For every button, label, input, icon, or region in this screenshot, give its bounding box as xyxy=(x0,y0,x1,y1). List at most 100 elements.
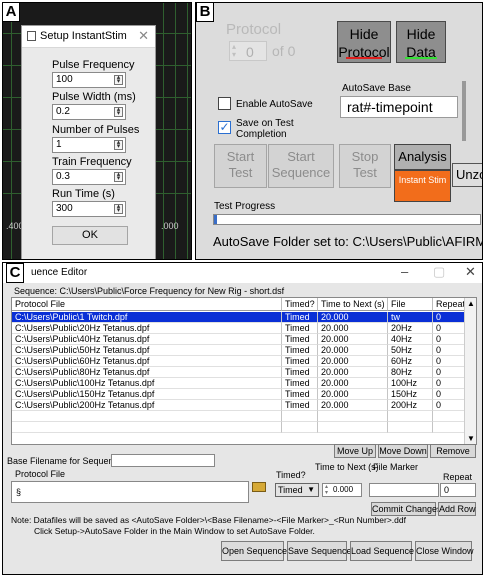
move-up-button[interactable]: Move Up xyxy=(334,444,376,458)
protocol-file-field[interactable]: § xyxy=(11,481,249,503)
close-window-button[interactable]: Close Window xyxy=(415,541,474,561)
repeat-cell: 0 xyxy=(433,389,466,400)
spinner-icon[interactable]: ▴ ▾ xyxy=(114,171,123,182)
time-to-next-cell: 20.000 xyxy=(318,400,388,411)
sequence-table[interactable]: Protocol File Timed? Time to Next (s) Fi… xyxy=(11,297,477,445)
window-titlebar[interactable]: uence Editor – ▢ ✕ xyxy=(3,263,482,283)
panel-b-main-controls: Protocol ▴ ▾ 0 of 0 Hide Protocol Hide Da… xyxy=(195,2,483,260)
file-marker-cell: 20Hz xyxy=(388,323,433,334)
table-row[interactable] xyxy=(12,422,466,433)
timed-cell xyxy=(282,422,318,433)
close-icon[interactable]: ✕ xyxy=(465,264,476,280)
run-time-field[interactable]: 300 ▴ ▾ xyxy=(52,201,126,217)
grid-line xyxy=(187,3,188,259)
unzoom-button[interactable]: Unzo xyxy=(452,163,482,187)
pulse-width-value: 0.2 xyxy=(56,106,70,117)
train-frequency-value: 0.3 xyxy=(56,171,70,182)
save-on-completion-checkbox[interactable]: ✓ xyxy=(218,121,231,134)
dialog-titlebar[interactable]: Setup InstantStim ✕ xyxy=(22,26,155,48)
column-header[interactable]: Protocol File xyxy=(12,298,282,311)
train-frequency-field[interactable]: 0.3 ▴ ▾ xyxy=(52,169,126,185)
table-row[interactable] xyxy=(12,411,466,422)
run-time-value: 300 xyxy=(56,203,73,214)
add-row-button[interactable]: Add Row xyxy=(438,502,476,516)
time-to-next-cell xyxy=(318,422,388,433)
repeat-cell: 0 xyxy=(433,312,466,323)
column-header[interactable]: File Marker xyxy=(388,298,433,322)
file-marker-cell: 60Hz xyxy=(388,356,433,367)
table-scrollbar[interactable]: ▲ ▼ xyxy=(464,298,476,444)
table-row[interactable]: C:\Users\Public\60Hz Tetanus.dpf Timed 20.… xyxy=(12,356,466,367)
minimize-icon[interactable]: – xyxy=(401,264,408,279)
time-to-next-spinner[interactable]: ▴ ▾ 0.000 xyxy=(322,483,362,497)
pulse-frequency-field[interactable]: 100 ▴ ▾ xyxy=(52,72,126,88)
scroll-up-icon[interactable]: ▲ xyxy=(467,299,475,308)
file-marker-cell xyxy=(388,422,433,433)
repeat-cell: 0 xyxy=(433,345,466,356)
table-row[interactable]: C:\Users\Public\50Hz Tetanus.dpf Timed 20.… xyxy=(12,345,466,356)
time-to-next-cell xyxy=(318,411,388,422)
instant-stim-button[interactable]: Instant Stim xyxy=(394,170,451,202)
spinner-icon[interactable]: ▴ ▾ xyxy=(325,484,328,496)
table-row[interactable]: C:\Users\Public\150Hz Tetanus.dpf Timed 20… xyxy=(12,389,466,400)
file-marker-cell: 50Hz xyxy=(388,345,433,356)
file-marker-cell: 100Hz xyxy=(388,378,433,389)
table-row[interactable]: C:\Users\Public\20Hz Tetanus.dpf Timed 20.… xyxy=(12,323,466,334)
hide-data-button[interactable]: Hide Data xyxy=(396,21,446,63)
spinner-icon[interactable]: ▴ ▾ xyxy=(114,74,123,85)
protocol-spinner[interactable]: ▴ ▾ 0 xyxy=(229,41,267,61)
folder-icon[interactable] xyxy=(252,482,266,492)
protocol-file-cell: C:\Users\Public\150Hz Tetanus.dpf xyxy=(12,389,282,400)
table-row[interactable]: C:\Users\Public\100Hz Tetanus.dpf Timed 20… xyxy=(12,378,466,389)
number-of-pulses-field[interactable]: 1 ▴ ▾ xyxy=(52,137,126,153)
note-line: Note: Datafiles will be saved as <AutoSa… xyxy=(11,515,406,525)
column-header[interactable]: Timed? xyxy=(282,298,318,311)
ok-button[interactable]: OK xyxy=(52,226,128,245)
open-sequence-button[interactable]: Open Sequence xyxy=(221,541,287,561)
start-test-button[interactable]: Start Test xyxy=(214,144,267,188)
pulse-width-field[interactable]: 0.2 ▴ ▾ xyxy=(52,104,126,120)
table-row[interactable]: C:\Users\Public\40Hz Tetanus.dpf Timed 20.… xyxy=(12,334,466,345)
spinner-icon[interactable]: ▴ ▾ xyxy=(232,43,236,59)
save-on-completion-label: Save on Test Completion xyxy=(236,118,294,140)
scroll-down-icon[interactable]: ▼ xyxy=(467,434,475,443)
base-filename-label: Base Filename for Sequence xyxy=(7,456,124,466)
table-row[interactable]: C:\Users\Public\80Hz Tetanus.dpf Timed 20.… xyxy=(12,367,466,378)
autosave-base-label: AutoSave Base xyxy=(342,83,411,94)
protocol-file-cell xyxy=(12,411,282,422)
table-row[interactable]: C:\Users\Public\200Hz Tetanus.dpf Timed 20… xyxy=(12,400,466,411)
remove-button[interactable]: Remove xyxy=(430,444,476,458)
base-filename-field[interactable] xyxy=(111,454,215,467)
timed-select[interactable]: Timed ▼ xyxy=(275,483,319,497)
load-sequence-button[interactable]: Load Sequence xyxy=(350,541,414,561)
time-to-next-cell: 20.000 xyxy=(318,345,388,356)
file-marker-field[interactable] xyxy=(369,483,439,497)
repeat-field[interactable]: 0 xyxy=(440,483,476,497)
table-row[interactable]: C:\Users\Public\1 Twitch.dpf Timed 20.000 t… xyxy=(12,312,466,323)
move-down-button[interactable]: Move Down xyxy=(378,444,428,458)
protocol-file-cell: C:\Users\Public\50Hz Tetanus.dpf xyxy=(12,345,282,356)
maximize-icon[interactable]: ▢ xyxy=(433,264,445,280)
spinner-icon[interactable]: ▴ ▾ xyxy=(114,139,123,150)
analysis-button[interactable]: Analysis xyxy=(394,144,451,170)
autosave-base-field[interactable]: rat#-timepoint xyxy=(340,96,458,118)
save-sequence-button[interactable]: Save Sequence xyxy=(287,541,352,561)
repeat-cell: 0 xyxy=(433,356,466,367)
stop-test-button[interactable]: Stop Test xyxy=(339,144,391,188)
start-sequence-button[interactable]: Start Sequence xyxy=(268,144,334,188)
spinner-icon[interactable]: ▴ ▾ xyxy=(114,203,123,214)
enable-autosave-checkbox[interactable] xyxy=(218,97,231,110)
column-header[interactable]: Time to Next (s) xyxy=(318,298,388,311)
hide-protocol-button[interactable]: Hide Protocol xyxy=(337,21,391,63)
protocol-count: of 0 xyxy=(272,43,296,59)
close-icon[interactable]: ✕ xyxy=(138,28,149,44)
commit-changes-button[interactable]: Commit Changes xyxy=(371,502,442,516)
file-marker-cell xyxy=(388,411,433,422)
path-icon: § xyxy=(16,487,22,497)
time-to-next-cell: 20.000 xyxy=(318,334,388,345)
note-line: Click Setup->AutoSave Folder in the Main… xyxy=(34,526,315,536)
timed-select-value: Timed xyxy=(278,485,303,495)
time-to-next-label: Time to Next (s) xyxy=(315,462,379,472)
column-header[interactable]: Repeat xyxy=(433,298,466,311)
spinner-icon[interactable]: ▴ ▾ xyxy=(114,106,123,117)
